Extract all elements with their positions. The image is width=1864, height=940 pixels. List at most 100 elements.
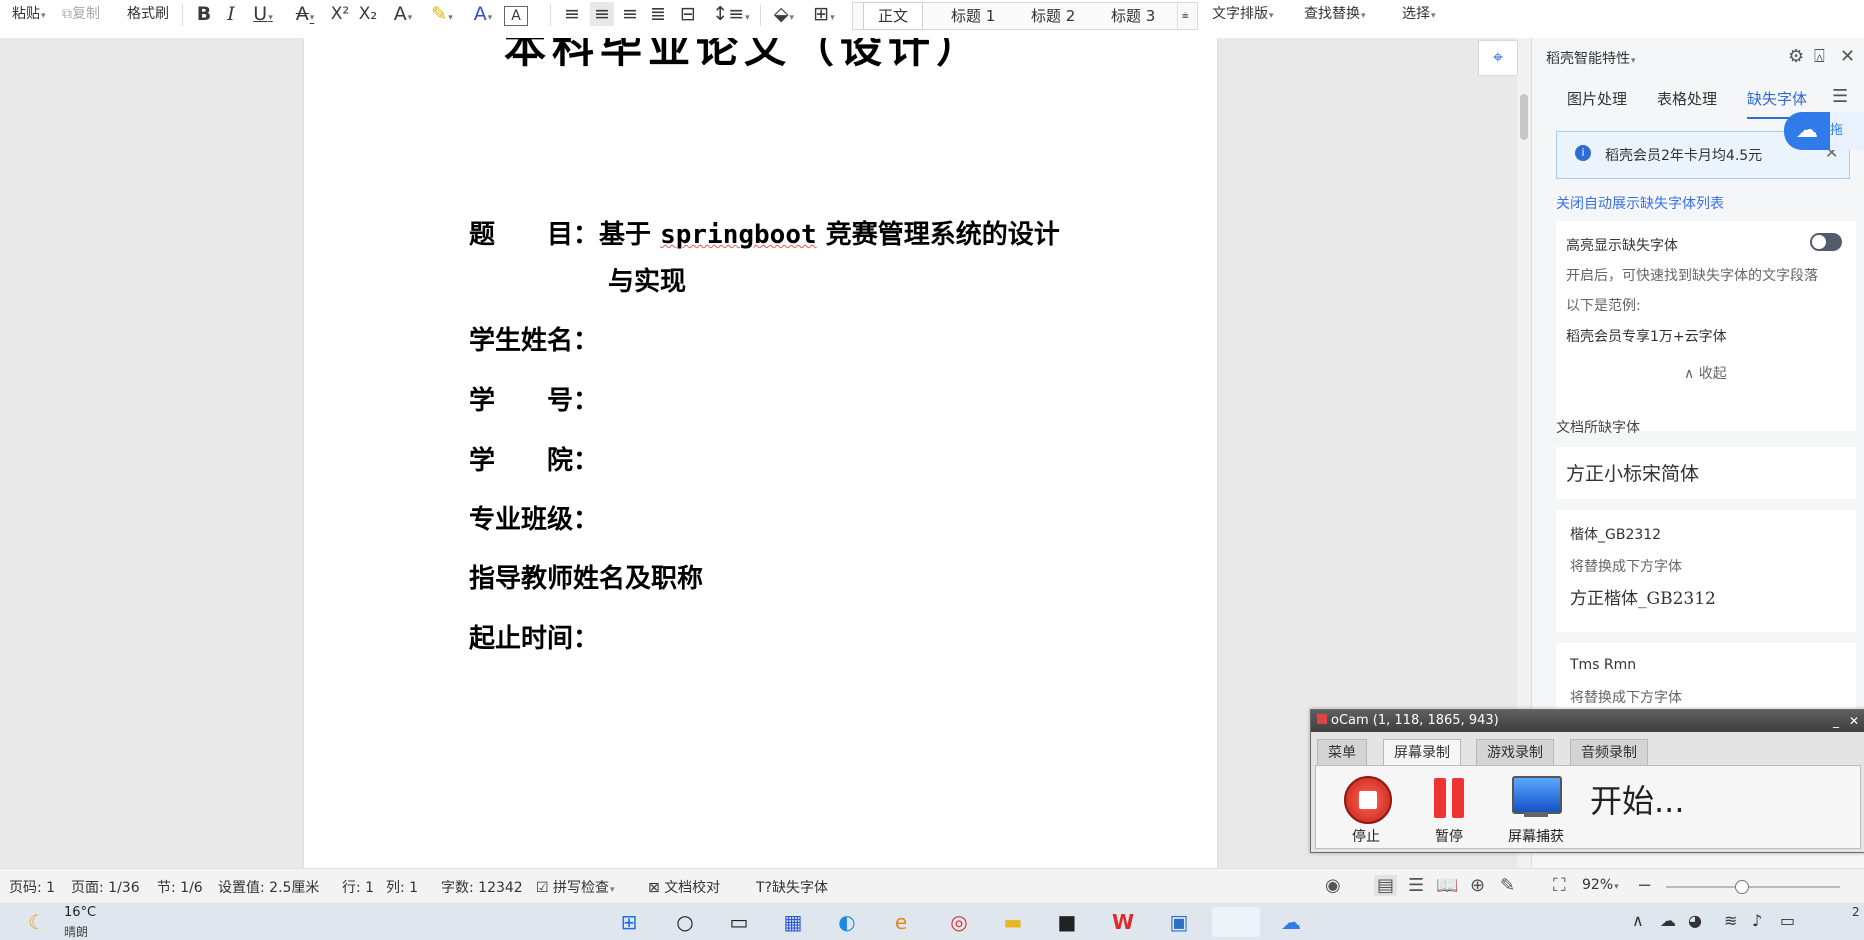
- zoom-slider-handle[interactable]: [1735, 880, 1749, 894]
- superscript-icon[interactable]: X²: [328, 2, 352, 26]
- scroll-thumb[interactable]: [1520, 94, 1528, 140]
- shading-icon[interactable]: ⬙▾: [766, 2, 802, 26]
- style-normal[interactable]: 正文: [863, 2, 924, 30]
- distribute-icon[interactable]: ⊟: [676, 2, 700, 26]
- spell-check-button[interactable]: ☑ 拼写检查▾: [536, 877, 615, 897]
- wps-icon[interactable]: W: [1108, 907, 1138, 937]
- collapse-button[interactable]: ∧ 收起: [1684, 363, 1727, 383]
- ocam-close-icon[interactable]: ✕: [1849, 710, 1859, 732]
- justify-icon[interactable]: ≣: [648, 2, 668, 26]
- eye-icon[interactable]: ◉: [1325, 875, 1341, 896]
- border-icon[interactable]: ⊞▾: [806, 2, 842, 26]
- status-page-no[interactable]: 页码: 1: [9, 877, 55, 897]
- status-col[interactable]: 列: 1: [386, 877, 418, 897]
- app-icon[interactable]: ▦: [778, 907, 808, 937]
- text-layout-button[interactable]: 文字排版▾: [1212, 0, 1274, 28]
- tab-missing-fonts[interactable]: 缺失字体: [1747, 88, 1808, 119]
- stop-icon[interactable]: [1344, 776, 1392, 824]
- char-border-icon[interactable]: A: [504, 6, 528, 26]
- pin-icon[interactable]: ⍓: [1814, 46, 1825, 67]
- style-heading-3[interactable]: 标题 3: [1111, 3, 1155, 29]
- status-page[interactable]: 页面: 1/36: [71, 877, 140, 897]
- chrome-icon[interactable]: ◎: [944, 907, 974, 937]
- style-more-icon[interactable]: ⩧: [1177, 3, 1188, 29]
- menu-icon[interactable]: ☰: [1832, 86, 1848, 107]
- subscript-icon[interactable]: X₂: [356, 2, 380, 26]
- read-view-icon[interactable]: 📖: [1436, 875, 1458, 896]
- status-setting[interactable]: 设置值: 2.5厘米: [218, 877, 319, 897]
- strikethrough-icon[interactable]: A▾: [288, 2, 322, 26]
- wifi-icon[interactable]: ≋: [1724, 911, 1737, 930]
- zoom-slider[interactable]: [1666, 886, 1840, 888]
- folder-icon[interactable]: ▬: [998, 907, 1028, 937]
- capture-label[interactable]: 屏幕捕获: [1496, 826, 1576, 846]
- align-right-icon[interactable]: ≡: [620, 2, 640, 26]
- task-view-icon[interactable]: ▭: [724, 907, 754, 937]
- clock[interactable]: 2: [1852, 905, 1860, 919]
- battery-icon[interactable]: ▭: [1780, 911, 1795, 930]
- monitor-icon[interactable]: [1512, 776, 1562, 814]
- highlight-toggle[interactable]: [1810, 233, 1842, 251]
- select-button[interactable]: 选择▾: [1402, 0, 1436, 28]
- bold-icon[interactable]: B: [194, 2, 214, 26]
- active-window-slot[interactable]: [1212, 907, 1260, 937]
- tab-table-process[interactable]: 表格处理: [1657, 88, 1717, 109]
- volume-icon[interactable]: ♪: [1752, 911, 1762, 930]
- align-left-icon[interactable]: ≡: [562, 2, 582, 26]
- ocam-tab-screen-record[interactable]: 屏幕录制: [1383, 739, 1461, 767]
- close-icon[interactable]: ✕: [1840, 46, 1855, 67]
- side-drag-tag[interactable]: 拖: [1830, 112, 1864, 150]
- missing-font-item[interactable]: 方正小标宋简体: [1556, 447, 1856, 499]
- photos-icon[interactable]: ▣: [1164, 907, 1194, 937]
- web-view-icon[interactable]: ⊕: [1470, 875, 1485, 896]
- panel-title[interactable]: 稻壳智能特性▾: [1546, 48, 1636, 68]
- font-color-icon[interactable]: A▾: [466, 2, 500, 26]
- cloud-icon[interactable]: ☁: [1784, 112, 1830, 150]
- tab-image-process[interactable]: 图片处理: [1567, 88, 1627, 109]
- ocam-tab-menu[interactable]: 菜单: [1317, 739, 1367, 767]
- line-spacing-icon[interactable]: ↕≡▾: [712, 2, 750, 26]
- spellcheck-word[interactable]: springboot: [660, 220, 817, 250]
- format-painter-button[interactable]: 格式刷: [127, 0, 169, 28]
- ocam-titlebar[interactable]: oCam (1, 118, 1865, 943) _ ✕: [1311, 710, 1864, 732]
- copy-button[interactable]: ⧉复制: [62, 0, 100, 28]
- weather-desc[interactable]: 晴朗: [64, 923, 88, 939]
- missing-font-button[interactable]: T?缺失字体: [756, 877, 828, 897]
- settings-icon[interactable]: ⚙: [1788, 46, 1804, 67]
- weather-moon-icon[interactable]: ☾: [22, 907, 52, 937]
- style-heading-1[interactable]: 标题 1: [951, 3, 995, 29]
- weather-temp[interactable]: 16°C: [64, 905, 96, 920]
- fit-page-icon[interactable]: ⛶: [1553, 875, 1566, 896]
- zoom-out-icon[interactable]: −: [1637, 875, 1652, 896]
- tray-arrow-icon[interactable]: ∧: [1632, 911, 1644, 930]
- outline-view-icon[interactable]: ☰: [1408, 875, 1424, 896]
- find-replace-button[interactable]: 查找替换▾: [1304, 0, 1366, 28]
- minimize-icon[interactable]: _: [1833, 710, 1839, 732]
- paste-button[interactable]: 粘贴▾: [12, 0, 46, 28]
- pause-label[interactable]: 暂停: [1409, 826, 1489, 846]
- search-icon[interactable]: ○: [670, 907, 700, 937]
- qq-icon[interactable]: ◕: [1688, 911, 1702, 930]
- stop-label[interactable]: 停止: [1326, 826, 1406, 846]
- status-section[interactable]: 节: 1/6: [157, 877, 203, 897]
- cloud-app-icon[interactable]: ☁: [1276, 907, 1306, 937]
- edge-icon[interactable]: ◐: [832, 907, 862, 937]
- page-view-icon[interactable]: ▤: [1374, 875, 1398, 896]
- document-page[interactable]: 本科毕业论文（设计） 题 目：基于 springboot 竞赛管理系统的设计 与…: [304, 38, 1217, 868]
- location-pin-icon[interactable]: ⌖: [1478, 40, 1518, 76]
- status-word-count[interactable]: 字数: 12342: [441, 877, 523, 897]
- windows-start-icon[interactable]: ⊞: [614, 907, 644, 937]
- ocam-tab-audio-record[interactable]: 音频录制: [1570, 739, 1648, 767]
- style-heading-2[interactable]: 标题 2: [1031, 3, 1075, 29]
- doc-proof-button[interactable]: ⊠ 文档校对: [648, 877, 720, 897]
- italic-icon[interactable]: I: [222, 2, 240, 26]
- underline-icon[interactable]: U▾: [248, 2, 278, 26]
- status-row[interactable]: 行: 1: [342, 877, 374, 897]
- zoom-level[interactable]: 92%▾: [1582, 877, 1619, 893]
- ocam-tab-game-record[interactable]: 游戏录制: [1476, 739, 1554, 767]
- pen-icon[interactable]: ✎: [1500, 875, 1515, 896]
- ie-icon[interactable]: e: [886, 907, 916, 937]
- highlight-icon[interactable]: ✎▾: [424, 2, 460, 26]
- align-center-icon[interactable]: ≡: [590, 2, 614, 26]
- pause-icon[interactable]: [1434, 778, 1446, 818]
